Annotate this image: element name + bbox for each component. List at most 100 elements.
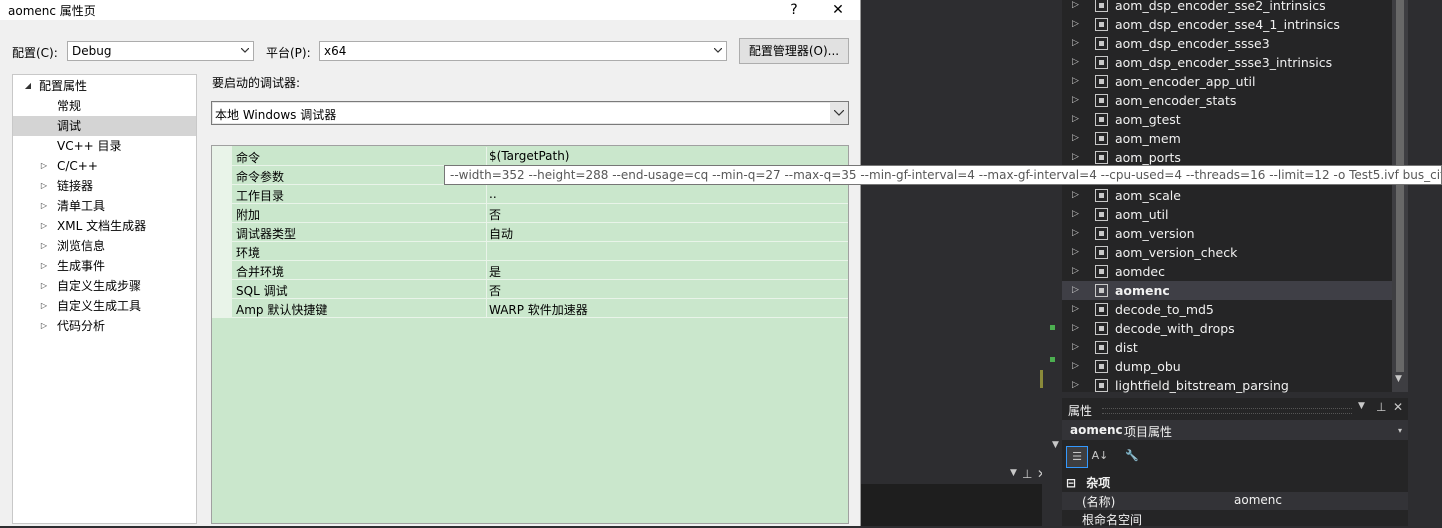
platform-select[interactable]: x64 — [319, 41, 727, 61]
expand-arrow-icon[interactable]: ▷ — [1072, 357, 1079, 376]
property-row[interactable]: 命令 $(TargetPath) — [232, 147, 848, 166]
property-value[interactable]: 否 — [489, 206, 501, 223]
expand-arrow-icon[interactable]: ▷ — [39, 236, 49, 256]
scroll-down-icon[interactable]: ▼ — [1052, 440, 1059, 450]
collapse-icon[interactable]: ⊟ — [1066, 476, 1076, 490]
solution-project-item[interactable]: ▷ aom_scale — [1062, 186, 1392, 205]
property-value[interactable]: 是 — [489, 263, 501, 280]
expand-arrow-icon[interactable]: ▷ — [1072, 186, 1079, 205]
solution-project-item[interactable]: ▷ aom_encoder_app_util — [1062, 72, 1392, 91]
properties-object-selector[interactable]: aomenc 项目属性 ▾ — [1062, 420, 1408, 440]
scroll-down-icon[interactable]: ▼ — [1395, 374, 1402, 384]
expand-arrow-icon[interactable]: ▷ — [1072, 300, 1079, 319]
help-button[interactable]: ? — [779, 0, 809, 20]
expand-arrow-icon[interactable]: ▷ — [1072, 262, 1079, 281]
tree-item[interactable]: ▷ 代码分析 — [13, 316, 196, 336]
tree-item[interactable]: ▷ 自定义生成工具 — [13, 296, 196, 316]
column-divider[interactable] — [486, 204, 487, 223]
categorized-icon[interactable]: ☰ — [1066, 446, 1088, 468]
solution-project-item[interactable]: ▷ aom_gtest — [1062, 110, 1392, 129]
tree-item[interactable]: ▷ 生成事件 — [13, 256, 196, 276]
dropdown-icon[interactable]: ▼ — [1358, 401, 1365, 411]
expand-arrow-icon[interactable]: ▷ — [1072, 319, 1079, 338]
property-row[interactable]: (名称) aomenc — [1062, 492, 1408, 510]
pin-icon[interactable]: ⊥ — [1376, 400, 1386, 414]
solution-scrollbar[interactable] — [1392, 0, 1408, 392]
property-value[interactable]: 自动 — [489, 225, 513, 242]
expand-arrow-icon[interactable]: ▷ — [1072, 338, 1079, 357]
solution-project-item[interactable]: ▷ decode_to_md5 — [1062, 300, 1392, 319]
expand-arrow-icon[interactable]: ▷ — [1072, 72, 1079, 91]
expand-arrow-icon[interactable]: ▷ — [1072, 129, 1079, 148]
solution-project-item[interactable]: ▷ aom_mem — [1062, 129, 1392, 148]
solution-project-item[interactable]: ▷ aom_util — [1062, 205, 1392, 224]
pin-icon[interactable]: ⊥ — [1022, 467, 1032, 481]
solution-project-item[interactable]: ▷ aom_encoder_stats — [1062, 91, 1392, 110]
expand-arrow-icon[interactable]: ▷ — [39, 296, 49, 316]
solution-project-item[interactable]: ▷ aom_version_check — [1062, 243, 1392, 262]
expand-arrow-icon[interactable]: ▷ — [1072, 205, 1079, 224]
alphabetical-icon[interactable]: A↓ — [1090, 446, 1110, 466]
tree-item[interactable]: ▷ 清单工具 — [13, 196, 196, 216]
property-value[interactable]: 否 — [489, 282, 501, 299]
property-value[interactable]: .. — [489, 187, 497, 201]
property-row[interactable]: SQL 调试 否 — [232, 280, 848, 299]
property-row[interactable]: 调试器类型 自动 — [232, 223, 848, 242]
solution-project-item[interactable]: ▷ lightfield_bitstream_parsing — [1062, 376, 1392, 395]
property-row[interactable]: Amp 默认快捷键 WARP 软件加速器 — [232, 299, 848, 318]
solution-project-item[interactable]: ▷ aomdec — [1062, 262, 1392, 281]
expand-arrow-icon[interactable]: ▷ — [1072, 376, 1079, 395]
expand-arrow-icon[interactable]: ▷ — [39, 176, 49, 196]
tree-item[interactable]: ▷ 自定义生成步骤 — [13, 276, 196, 296]
column-divider[interactable] — [486, 299, 487, 318]
tree-item[interactable]: ▷ XML 文档生成器 — [13, 216, 196, 236]
scrollbar-thumb[interactable] — [1396, 0, 1404, 372]
category-misc[interactable]: ⊟ 杂项 — [1066, 474, 1110, 491]
expand-arrow-icon[interactable]: ▷ — [39, 316, 49, 336]
property-row[interactable]: 环境 — [232, 242, 848, 261]
expand-arrow-icon[interactable]: ▷ — [1072, 34, 1079, 53]
expand-arrow-icon[interactable]: ▷ — [1072, 243, 1079, 262]
close-button[interactable]: ✕ — [823, 0, 853, 20]
tree-item[interactable]: ◢ 配置属性 — [13, 76, 196, 96]
configuration-select[interactable]: Debug — [67, 41, 254, 61]
expand-arrow-icon[interactable]: ▷ — [39, 256, 49, 276]
close-icon[interactable]: ✕ — [1393, 400, 1403, 414]
property-row[interactable]: 根命名空间 — [1062, 510, 1408, 528]
solution-project-item[interactable]: ▷ aom_version — [1062, 224, 1392, 243]
solution-project-item[interactable]: ▷ dist — [1062, 338, 1392, 357]
column-divider[interactable] — [486, 242, 487, 261]
column-divider[interactable] — [486, 185, 487, 204]
tree-item[interactable]: ▷ C/C++ — [13, 156, 196, 176]
solution-project-item[interactable]: ▷ dump_obu — [1062, 357, 1392, 376]
expand-arrow-icon[interactable]: ▷ — [1072, 281, 1079, 300]
column-divider[interactable] — [486, 261, 487, 280]
solution-project-item[interactable]: ▷ aom_dsp_encoder_ssse3_intrinsics — [1062, 53, 1392, 72]
property-value[interactable]: WARP 软件加速器 — [489, 301, 588, 318]
solution-project-item[interactable]: ▷ aomenc — [1062, 281, 1392, 300]
expand-arrow-icon[interactable]: ▷ — [39, 196, 49, 216]
property-row[interactable]: 合并环境 是 — [232, 261, 848, 280]
property-row[interactable]: 附加 否 — [232, 204, 848, 223]
expand-arrow-icon[interactable]: ▷ — [39, 276, 49, 296]
collapse-arrow-icon[interactable]: ◢ — [23, 76, 33, 96]
tree-item[interactable]: ▷ 浏览信息 — [13, 236, 196, 256]
solution-project-item[interactable]: ▷ decode_with_drops — [1062, 319, 1392, 338]
property-row[interactable]: 工作目录.. — [232, 185, 848, 204]
column-divider[interactable] — [486, 280, 487, 299]
dropdown-icon[interactable]: ▼ — [1010, 468, 1017, 478]
expand-arrow-icon[interactable]: ▷ — [1072, 91, 1079, 110]
configuration-manager-button[interactable]: 配置管理器(O)... — [739, 38, 849, 64]
expand-arrow-icon[interactable]: ▷ — [1072, 110, 1079, 129]
column-divider[interactable] — [486, 223, 487, 242]
expand-arrow-icon[interactable]: ▷ — [1072, 224, 1079, 243]
expand-arrow-icon[interactable]: ▷ — [1072, 0, 1079, 15]
solution-project-item[interactable]: ▷ aom_dsp_encoder_sse4_1_intrinsics — [1062, 15, 1392, 34]
property-value[interactable]: $(TargetPath) — [489, 149, 569, 163]
solution-project-item[interactable]: ▷ aom_dsp_encoder_sse2_intrinsics — [1062, 0, 1392, 15]
column-divider[interactable] — [486, 147, 487, 166]
expand-arrow-icon[interactable]: ▷ — [1072, 15, 1079, 34]
tree-item[interactable]: 常规 — [13, 96, 196, 116]
expand-arrow-icon[interactable]: ▷ — [39, 216, 49, 236]
debugger-select[interactable]: 本地 Windows 调试器 — [211, 101, 849, 125]
